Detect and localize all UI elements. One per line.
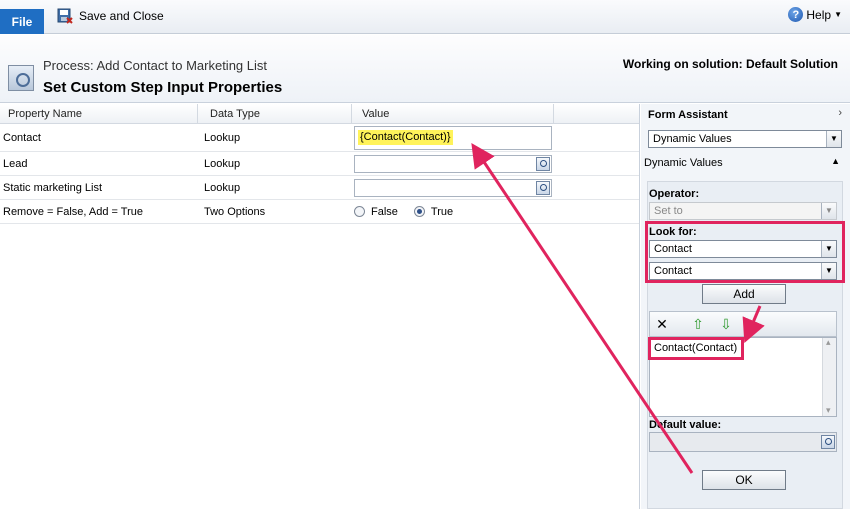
table-row: Remove = False, Add = True Two Options F… — [0, 200, 639, 224]
property-name: Contact — [3, 131, 41, 144]
delete-icon[interactable]: ✕ — [654, 316, 670, 332]
lookup-icon[interactable] — [821, 435, 835, 449]
dynamic-value-token[interactable]: {Contact(Contact)} — [358, 129, 453, 145]
lookup-icon[interactable] — [536, 156, 550, 171]
mode-select-value: Dynamic Values — [653, 133, 732, 145]
list-scrollbar[interactable] — [822, 337, 836, 416]
value-cell — [354, 176, 554, 199]
operator-label: Operator: — [649, 188, 700, 200]
values-toolbar: ✕ ⇧ ⇩ — [649, 311, 837, 337]
dynamic-values-list[interactable]: Contact(Contact) — [649, 337, 837, 417]
dropdown-arrow-icon: ▼ — [826, 131, 841, 147]
default-value-field[interactable] — [649, 432, 837, 452]
column-header-value[interactable]: Value — [354, 104, 554, 124]
lead-value-field[interactable] — [354, 154, 552, 173]
operator-value: Set to — [654, 205, 683, 217]
dropdown-arrow-icon: ▼ — [821, 203, 836, 219]
look-for-field-value: Contact — [654, 265, 692, 277]
property-grid: Property Name Data Type Value Contact Lo… — [0, 104, 640, 509]
false-radio[interactable] — [354, 206, 365, 217]
process-label: Process: Add Contact to Marketing List — [43, 58, 267, 73]
value-cell: {Contact(Contact)} — [354, 124, 554, 151]
mode-select[interactable]: Dynamic Values ▼ — [648, 130, 842, 148]
table-row: Lead Lookup — [0, 152, 639, 176]
chevron-right-icon[interactable]: › — [838, 107, 842, 119]
ribbon: File Save and Close ? Help ▼ — [0, 0, 850, 34]
true-label: True — [430, 205, 454, 218]
value-cell: False True — [354, 200, 554, 223]
data-type: Two Options — [204, 205, 266, 218]
false-label: False — [371, 205, 398, 218]
look-for-entity-select[interactable]: Contact ▼ — [649, 240, 837, 258]
property-name: Static marketing List — [3, 181, 103, 194]
contact-value-field[interactable]: {Contact(Contact)} — [354, 125, 552, 150]
dropdown-arrow-icon: ▼ — [821, 263, 836, 279]
move-up-icon[interactable]: ⇧ — [690, 316, 706, 332]
table-row: Static marketing List Lookup — [0, 176, 639, 200]
value-cell — [354, 152, 554, 175]
page-title: Set Custom Step Input Properties — [43, 79, 283, 96]
ok-button[interactable]: OK — [702, 470, 786, 490]
default-value-label: Default value: — [649, 419, 722, 431]
property-name: Remove = False, Add = True — [3, 205, 144, 218]
page-header: Process: Add Contact to Marketing List S… — [0, 35, 850, 103]
form-assistant-title: Form Assistant — [648, 109, 728, 121]
process-icon — [8, 65, 34, 91]
collapse-up-icon[interactable]: ▲ — [831, 156, 840, 166]
solution-label: Working on solution: Default Solution — [622, 57, 838, 71]
form-assistant-panel: Form Assistant › Dynamic Values ▼ Dynami… — [641, 104, 850, 509]
chevron-down-icon: ▼ — [834, 10, 842, 19]
property-name: Lead — [3, 157, 28, 170]
data-type: Lookup — [204, 181, 241, 194]
operator-select[interactable]: Set to ▼ — [649, 202, 837, 220]
look-for-entity-value: Contact — [654, 243, 692, 255]
look-for-label: Look for: — [649, 226, 697, 238]
help-menu[interactable]: ? Help ▼ — [788, 7, 842, 22]
save-and-close-button[interactable]: Save and Close — [57, 6, 164, 26]
move-down-icon[interactable]: ⇩ — [718, 316, 734, 332]
look-for-field-select[interactable]: Contact ▼ — [649, 262, 837, 280]
lookup-icon[interactable] — [536, 180, 550, 195]
true-radio[interactable] — [413, 206, 425, 217]
save-and-close-label: Save and Close — [79, 9, 164, 23]
table-row: Contact Lookup {Contact(Contact)} — [0, 124, 639, 152]
marketing-list-value-field[interactable] — [354, 178, 552, 197]
help-label: Help — [806, 7, 832, 22]
add-button[interactable]: Add — [702, 284, 786, 304]
data-type: Lookup — [204, 157, 241, 170]
column-header-data-type[interactable]: Data Type — [202, 104, 352, 124]
column-header-property-name[interactable]: Property Name — [0, 104, 198, 124]
file-tab[interactable]: File — [0, 9, 44, 34]
two-options-radio-group: False True — [354, 206, 453, 218]
save-close-icon — [57, 8, 73, 24]
help-icon: ? — [788, 7, 804, 22]
section-label: Dynamic Values — [644, 157, 723, 169]
data-type: Lookup — [204, 131, 241, 144]
grid-header: Property Name Data Type Value — [0, 104, 639, 124]
dropdown-arrow-icon: ▼ — [821, 241, 836, 257]
list-item[interactable]: Contact(Contact) — [653, 341, 738, 355]
